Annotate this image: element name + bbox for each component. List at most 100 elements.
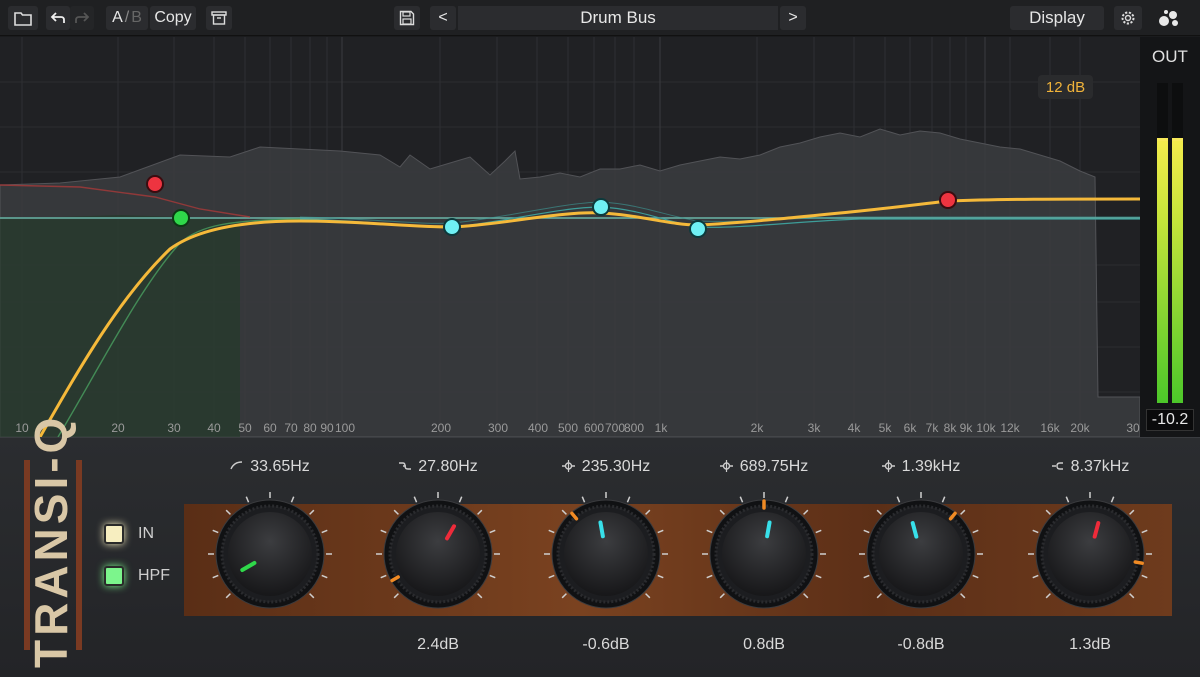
freq-label: 12k — [1000, 421, 1020, 435]
band-2: 27.80Hz 2.4dB — [358, 438, 518, 677]
band-frequency[interactable]: 8.37kHz — [1010, 458, 1170, 476]
gear-icon[interactable] — [1114, 6, 1142, 30]
brand-logo: TRANSI-Q — [10, 414, 84, 672]
band-1: 33.65Hz — [190, 438, 350, 677]
freq-label: 30 — [167, 421, 181, 435]
freq-label: 4k — [847, 421, 861, 435]
freq-label: 6k — [903, 421, 917, 435]
freq-label: 30 — [1126, 421, 1140, 435]
db-range-label: 12 dB — [1045, 78, 1086, 96]
band-gain-value[interactable]: 2.4dB — [358, 636, 518, 654]
band-gain-value[interactable]: 1.3dB — [1010, 636, 1170, 654]
freq-label: 300 — [487, 421, 509, 435]
brand-name: TRANSI-Q — [25, 413, 77, 668]
band-knob[interactable] — [694, 482, 834, 632]
band-frequency[interactable]: 235.30Hz — [526, 458, 686, 476]
copy-label: Copy — [154, 9, 192, 26]
band-node-5[interactable] — [689, 220, 707, 238]
band-gain-value[interactable]: 0.8dB — [684, 636, 844, 654]
hpf-icon[interactable] — [230, 460, 244, 472]
band-frequency-value: 8.37kHz — [1070, 458, 1130, 475]
band-frequency-value: 689.75Hz — [739, 458, 809, 475]
meter-bar-left — [1157, 83, 1168, 403]
cluster-logo-icon[interactable] — [1152, 6, 1186, 30]
output-meter: OUT -10.2 — [1140, 37, 1200, 437]
preset-next-button[interactable]: > — [780, 6, 806, 30]
db-range-button[interactable]: 12 dB — [1038, 75, 1093, 99]
in-led-icon[interactable] — [104, 524, 124, 544]
undo-icon[interactable] — [46, 6, 70, 30]
meter-fill-right — [1172, 140, 1183, 403]
freq-label: 40 — [207, 421, 221, 435]
preset-prev-button[interactable]: < — [430, 6, 456, 30]
freq-label: 600 — [583, 421, 605, 435]
bell-icon[interactable] — [719, 460, 734, 472]
low-shelf-icon[interactable] — [398, 460, 412, 472]
freq-label: 16k — [1040, 421, 1060, 435]
band-4: 689.75Hz 0.8dB — [684, 438, 844, 677]
freq-label: 7k — [925, 421, 939, 435]
redo-icon[interactable] — [70, 6, 94, 30]
band-node-3[interactable] — [443, 218, 461, 236]
freq-label: 100 — [334, 421, 356, 435]
display-button[interactable]: Display — [1010, 6, 1104, 30]
freq-label: 5k — [878, 421, 892, 435]
meter-peak-right — [1172, 137, 1183, 141]
freq-label: 60 — [263, 421, 277, 435]
band-node-1[interactable] — [172, 209, 190, 227]
freq-label: 800 — [623, 421, 645, 435]
freq-label: 20 — [111, 421, 125, 435]
band-knob[interactable] — [1020, 482, 1160, 632]
preset-name-label: Drum Bus — [580, 8, 656, 27]
band-frequency[interactable]: 27.80Hz — [358, 458, 518, 476]
freq-label: 500 — [557, 421, 579, 435]
freq-label: 50 — [238, 421, 252, 435]
eq-graph[interactable]: 12 dB 10 20 30 40 50 60 70 80 90 100 200 300 400 500 6… — [0, 37, 1140, 437]
band-node-6[interactable] — [939, 191, 957, 209]
ab-compare-toggle[interactable]: A / B — [106, 6, 148, 30]
band-knob[interactable] — [536, 482, 676, 632]
copy-button[interactable]: Copy — [150, 6, 196, 30]
band-node-4[interactable] — [592, 198, 610, 216]
band-frequency[interactable]: 1.39kHz — [841, 458, 1001, 476]
in-label: IN — [138, 525, 154, 542]
chevron-left-icon: < — [438, 9, 448, 26]
output-level-readout[interactable]: -10.2 — [1146, 409, 1194, 431]
band-knob[interactable] — [200, 482, 340, 632]
band-frequency[interactable]: 33.65Hz — [190, 458, 350, 476]
folder-icon[interactable] — [8, 6, 38, 30]
save-icon[interactable] — [394, 6, 420, 30]
band-frequency-value: 1.39kHz — [901, 458, 961, 475]
bell-icon[interactable] — [881, 460, 896, 472]
high-shelf-icon[interactable] — [1051, 460, 1065, 472]
eq-graph-canvas[interactable] — [0, 37, 1140, 437]
freq-label: 10k — [976, 421, 996, 435]
control-panel: TRANSI-Q IN HPF 33.65Hz 27.80Hz 2.4dB 23… — [0, 414, 1200, 677]
band-frequency-value: 27.80Hz — [418, 458, 478, 475]
freq-label: 1k — [654, 421, 668, 435]
hpf-region — [0, 215, 240, 437]
band-knob[interactable] — [851, 482, 991, 632]
band-gain-value[interactable]: -0.8dB — [841, 636, 1001, 654]
band-gain-value[interactable]: -0.6dB — [526, 636, 686, 654]
ab-separator: / — [124, 9, 130, 26]
meter-fill-left — [1157, 140, 1168, 403]
hpf-switch[interactable]: HPF — [104, 566, 170, 586]
bell-icon[interactable] — [561, 460, 576, 472]
band-frequency-value: 33.65Hz — [250, 458, 310, 475]
band-5: 1.39kHz -0.8dB — [841, 438, 1001, 677]
freq-label: 2k — [750, 421, 764, 435]
archive-icon[interactable] — [206, 6, 232, 30]
freq-label: 90 — [320, 421, 334, 435]
meter-peak-left — [1157, 137, 1168, 141]
in-switch[interactable]: IN — [104, 524, 154, 544]
band-frequency[interactable]: 689.75Hz — [684, 458, 844, 476]
band-3: 235.30Hz -0.6dB — [526, 438, 686, 677]
band-knob[interactable] — [368, 482, 508, 632]
freq-label: 70 — [284, 421, 298, 435]
band-node-2[interactable] — [146, 175, 164, 193]
preset-name-display[interactable]: Drum Bus — [458, 6, 778, 30]
top-toolbar: A / B Copy < Drum Bus > Display — [0, 0, 1200, 36]
freq-label: 20k — [1070, 421, 1090, 435]
hpf-led-icon[interactable] — [104, 566, 124, 586]
